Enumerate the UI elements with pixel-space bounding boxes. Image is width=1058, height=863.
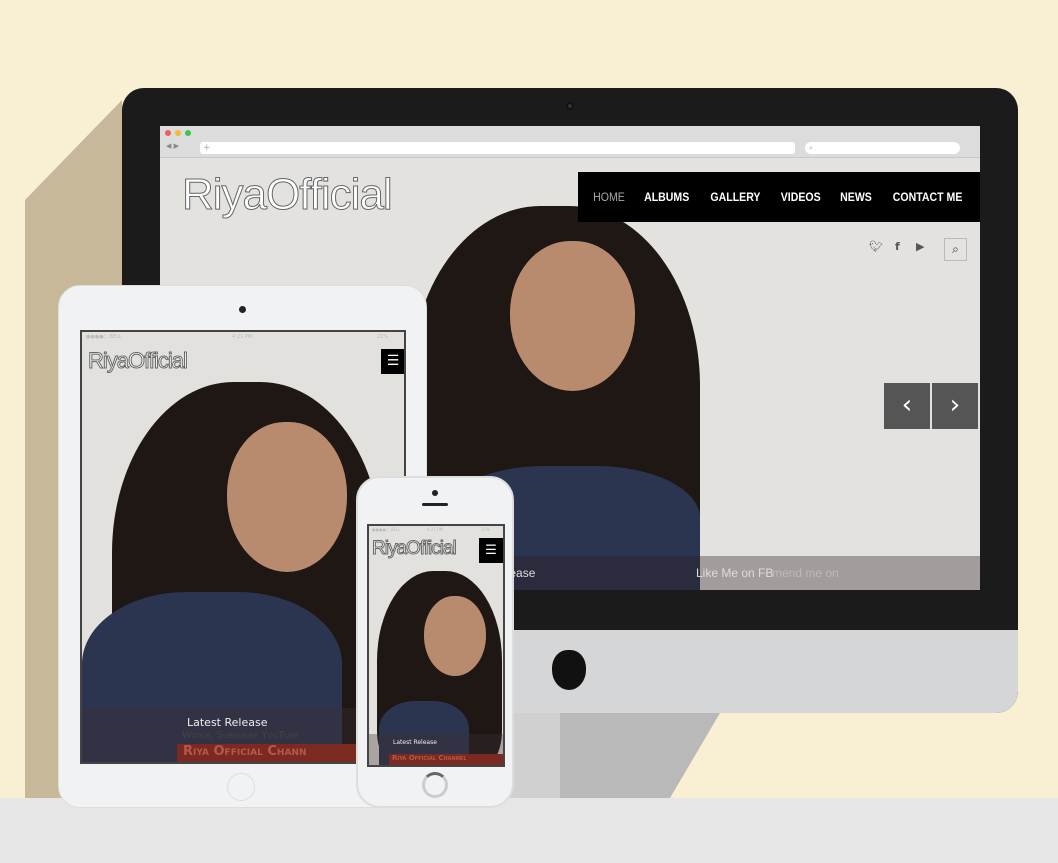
address-bar[interactable]: + (200, 142, 795, 154)
nav-gallery[interactable]: GALLERY (710, 190, 760, 204)
camera-icon (432, 490, 438, 496)
recommend-link[interactable]: mend me on (772, 566, 839, 580)
site-search-button[interactable]: ⌕ (944, 238, 967, 261)
latest-release-link[interactable]: Latest Release (393, 739, 437, 746)
nav-videos[interactable]: VIDEOS (781, 190, 821, 204)
nav-home[interactable]: HOME (593, 190, 625, 204)
home-button[interactable] (227, 773, 255, 801)
back-forward[interactable]: ◀ ▶ (166, 142, 179, 150)
status-battery: 22% (377, 334, 389, 340)
maximize-dot[interactable] (185, 130, 191, 136)
hero-face (424, 596, 486, 676)
phone-device: ●●●●○ BELL 4:21 PM 22% RiyaOfficial ☰ La… (356, 476, 514, 808)
browser-chrome: ◀ ▶ + ⌕ (160, 126, 980, 158)
site-logo[interactable]: RiyaOfficial (182, 170, 394, 220)
subscribe-banner: Watch, Subscribe YouTube (182, 730, 299, 741)
forward-icon[interactable]: ▶ (174, 142, 179, 150)
site-logo[interactable]: RiyaOfficial (88, 348, 189, 374)
nav-news[interactable]: NEWS (840, 190, 872, 204)
browser-search[interactable]: ⌕ (805, 142, 960, 154)
menu-icon[interactable]: ☰ (479, 538, 503, 563)
nav-contact[interactable]: CONTACT ME (893, 190, 963, 204)
camera-icon (239, 306, 246, 313)
minimize-dot[interactable] (175, 130, 181, 136)
menu-icon[interactable]: ☰ (381, 349, 404, 374)
channel-banner: Riya Official Channel (389, 754, 503, 765)
status-time: 4:21 PM (232, 334, 253, 340)
speaker (422, 503, 448, 506)
site-logo[interactable]: RiyaOfficial (372, 538, 458, 560)
twitter-icon[interactable]: 🐦︎ (869, 240, 883, 253)
back-icon[interactable]: ◀ (166, 142, 171, 150)
apple-logo-icon (552, 650, 586, 690)
hero-face (510, 241, 635, 391)
nav-albums[interactable]: ALBUMS (644, 190, 689, 204)
like-fb-link[interactable]: Like Me on FB (696, 566, 773, 580)
facebook-icon[interactable]: f (895, 240, 900, 253)
latest-release-link[interactable]: Latest Release (187, 716, 267, 729)
status-time: 4:21 PM (427, 527, 444, 532)
home-button[interactable] (422, 772, 448, 798)
status-battery: 22% (481, 527, 490, 532)
hero-face (227, 422, 347, 572)
camera-icon (566, 102, 574, 110)
slider-next-button[interactable]: › (932, 383, 978, 429)
status-carrier: ●●●●○ BELL (86, 334, 122, 340)
main-nav: HOME ALBUMS GALLERY VIDEOS NEWS CONTACT … (578, 172, 980, 222)
youtube-icon[interactable]: ▶ (916, 240, 924, 253)
slider-prev-button[interactable]: ‹ (884, 383, 930, 429)
close-dot[interactable] (165, 130, 171, 136)
status-carrier: ●●●●○ BELL (372, 527, 401, 532)
phone-screen: ●●●●○ BELL 4:21 PM 22% RiyaOfficial ☰ La… (367, 524, 505, 767)
